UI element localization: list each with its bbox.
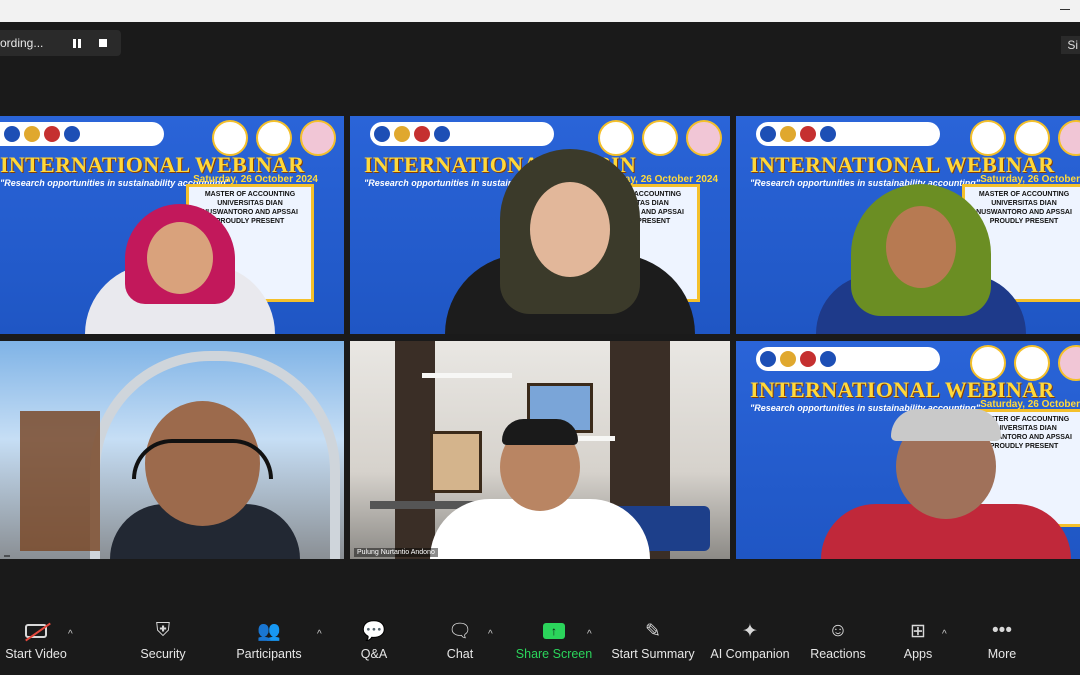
recording-indicator: ording... <box>0 30 122 56</box>
speaker-photo <box>256 120 292 156</box>
apps-label: Apps <box>903 647 933 661</box>
start-summary-button[interactable]: ✎ Start Summary <box>611 615 695 675</box>
stop-recording-button[interactable] <box>91 31 115 55</box>
logo-icon <box>760 126 776 142</box>
qa-icon: 💬 <box>362 621 386 642</box>
logo-icon <box>4 126 20 142</box>
start-video-button[interactable]: Start Video <box>0 615 72 675</box>
participant-video <box>816 184 1026 334</box>
participant-video <box>110 379 300 559</box>
start-video-label: Start Video <box>5 647 67 661</box>
speaker-photo <box>300 120 336 156</box>
speaker-photos <box>970 120 1080 156</box>
logo-icon <box>800 351 816 367</box>
stop-icon <box>99 39 108 47</box>
more-label: More <box>987 647 1017 661</box>
speaker-photo <box>970 120 1006 156</box>
minimize-icon[interactable] <box>1060 9 1070 10</box>
pause-recording-button[interactable] <box>65 31 89 55</box>
logo-icon <box>820 351 836 367</box>
speaker-photo <box>1014 345 1050 381</box>
video-tile-2[interactable]: INTERNATIONAL WEBIN "Research opportunit… <box>350 116 730 334</box>
participant-video <box>445 144 695 334</box>
pause-icon <box>73 38 82 48</box>
apps-icon: ⊞ <box>910 620 926 642</box>
share-screen-button[interactable]: ↑ Share Screen <box>516 615 592 675</box>
logo-strip <box>370 122 554 146</box>
logo-icon <box>760 351 776 367</box>
video-tile-5[interactable]: Pulung Nurtantio Andono <box>350 341 730 559</box>
participants-options-caret[interactable]: ^ <box>317 629 322 640</box>
participants-button[interactable]: 👥 Participants <box>233 615 305 675</box>
chat-label: Chat <box>446 647 474 661</box>
ai-companion-label: AI Companion <box>710 647 790 661</box>
speaker-photos <box>212 120 336 156</box>
logo-icon <box>24 126 40 142</box>
security-button[interactable]: ⛨ Security <box>133 615 193 675</box>
participant-name: Pulung Nurtantio Andono <box>354 548 438 557</box>
logo-icon <box>434 126 450 142</box>
participant-video <box>85 204 275 334</box>
share-options-caret[interactable]: ^ <box>587 629 592 640</box>
chat-icon: 🗨 <box>447 621 473 642</box>
summary-icon: ✎ <box>645 620 661 642</box>
logo-icon <box>780 351 796 367</box>
speaker-photo <box>1014 120 1050 156</box>
more-icon: ••• <box>992 620 1012 641</box>
logo-strip <box>0 122 164 146</box>
qa-label: Q&A <box>360 647 388 661</box>
logo-icon <box>64 126 80 142</box>
participant-video <box>430 419 650 559</box>
speaker-photo <box>1058 120 1080 156</box>
qa-button[interactable]: 💬 Q&A <box>354 615 394 675</box>
participant-name <box>4 555 10 557</box>
window-titlebar <box>0 0 1080 22</box>
logo-icon <box>780 126 796 142</box>
ai-companion-button[interactable]: ✦ AI Companion <box>709 615 791 675</box>
logo-icon <box>800 126 816 142</box>
sparkle-icon: ✦ <box>742 620 758 642</box>
start-summary-label: Start Summary <box>611 647 695 661</box>
participant-video <box>821 409 1071 559</box>
video-tile-1[interactable]: INTERNATIONAL WEBINAR "Research opportun… <box>0 116 344 334</box>
logo-icon <box>374 126 390 142</box>
camera-off-icon <box>25 615 51 647</box>
video-gallery: INTERNATIONAL WEBINAR "Research opportun… <box>0 116 1080 560</box>
speaker-photo <box>970 345 1006 381</box>
video-tile-3[interactable]: INTERNATIONAL WEBINAR "Research opportun… <box>736 116 1080 334</box>
apps-button[interactable]: ⊞ Apps <box>898 615 938 675</box>
speaker-photos <box>970 345 1080 381</box>
chat-options-caret[interactable]: ^ <box>488 629 493 640</box>
chat-button[interactable]: 🗨 Chat <box>440 615 480 675</box>
reactions-button[interactable]: ☺ Reactions <box>809 615 867 675</box>
reactions-label: Reactions <box>810 647 866 661</box>
logo-icon <box>820 126 836 142</box>
logo-icon <box>44 126 60 142</box>
meeting-toolbar: Start Video ^ ⛨ Security 👥 Participants … <box>0 615 1080 675</box>
participants-label: Participants <box>236 647 302 661</box>
logo-strip <box>756 122 940 146</box>
speaker-photo <box>1058 345 1080 381</box>
shield-icon: ⛨ <box>155 620 171 641</box>
view-button[interactable]: Si <box>1061 36 1080 54</box>
share-screen-label: Share Screen <box>515 647 593 661</box>
logo-icon <box>414 126 430 142</box>
video-options-caret[interactable]: ^ <box>68 629 73 640</box>
video-tile-6[interactable]: INTERNATIONAL WEBINAR "Research opportun… <box>736 341 1080 559</box>
logo-strip <box>756 347 940 371</box>
video-tile-4[interactable] <box>0 341 344 559</box>
more-button[interactable]: ••• More <box>982 615 1022 675</box>
smiley-icon: ☺ <box>828 620 848 641</box>
logo-icon <box>394 126 410 142</box>
security-label: Security <box>140 647 186 661</box>
apps-options-caret[interactable]: ^ <box>942 629 947 640</box>
share-screen-icon: ↑ <box>543 615 565 647</box>
recording-label: ording... <box>0 36 44 50</box>
speaker-photo <box>212 120 248 156</box>
people-icon: 👥 <box>257 621 281 642</box>
